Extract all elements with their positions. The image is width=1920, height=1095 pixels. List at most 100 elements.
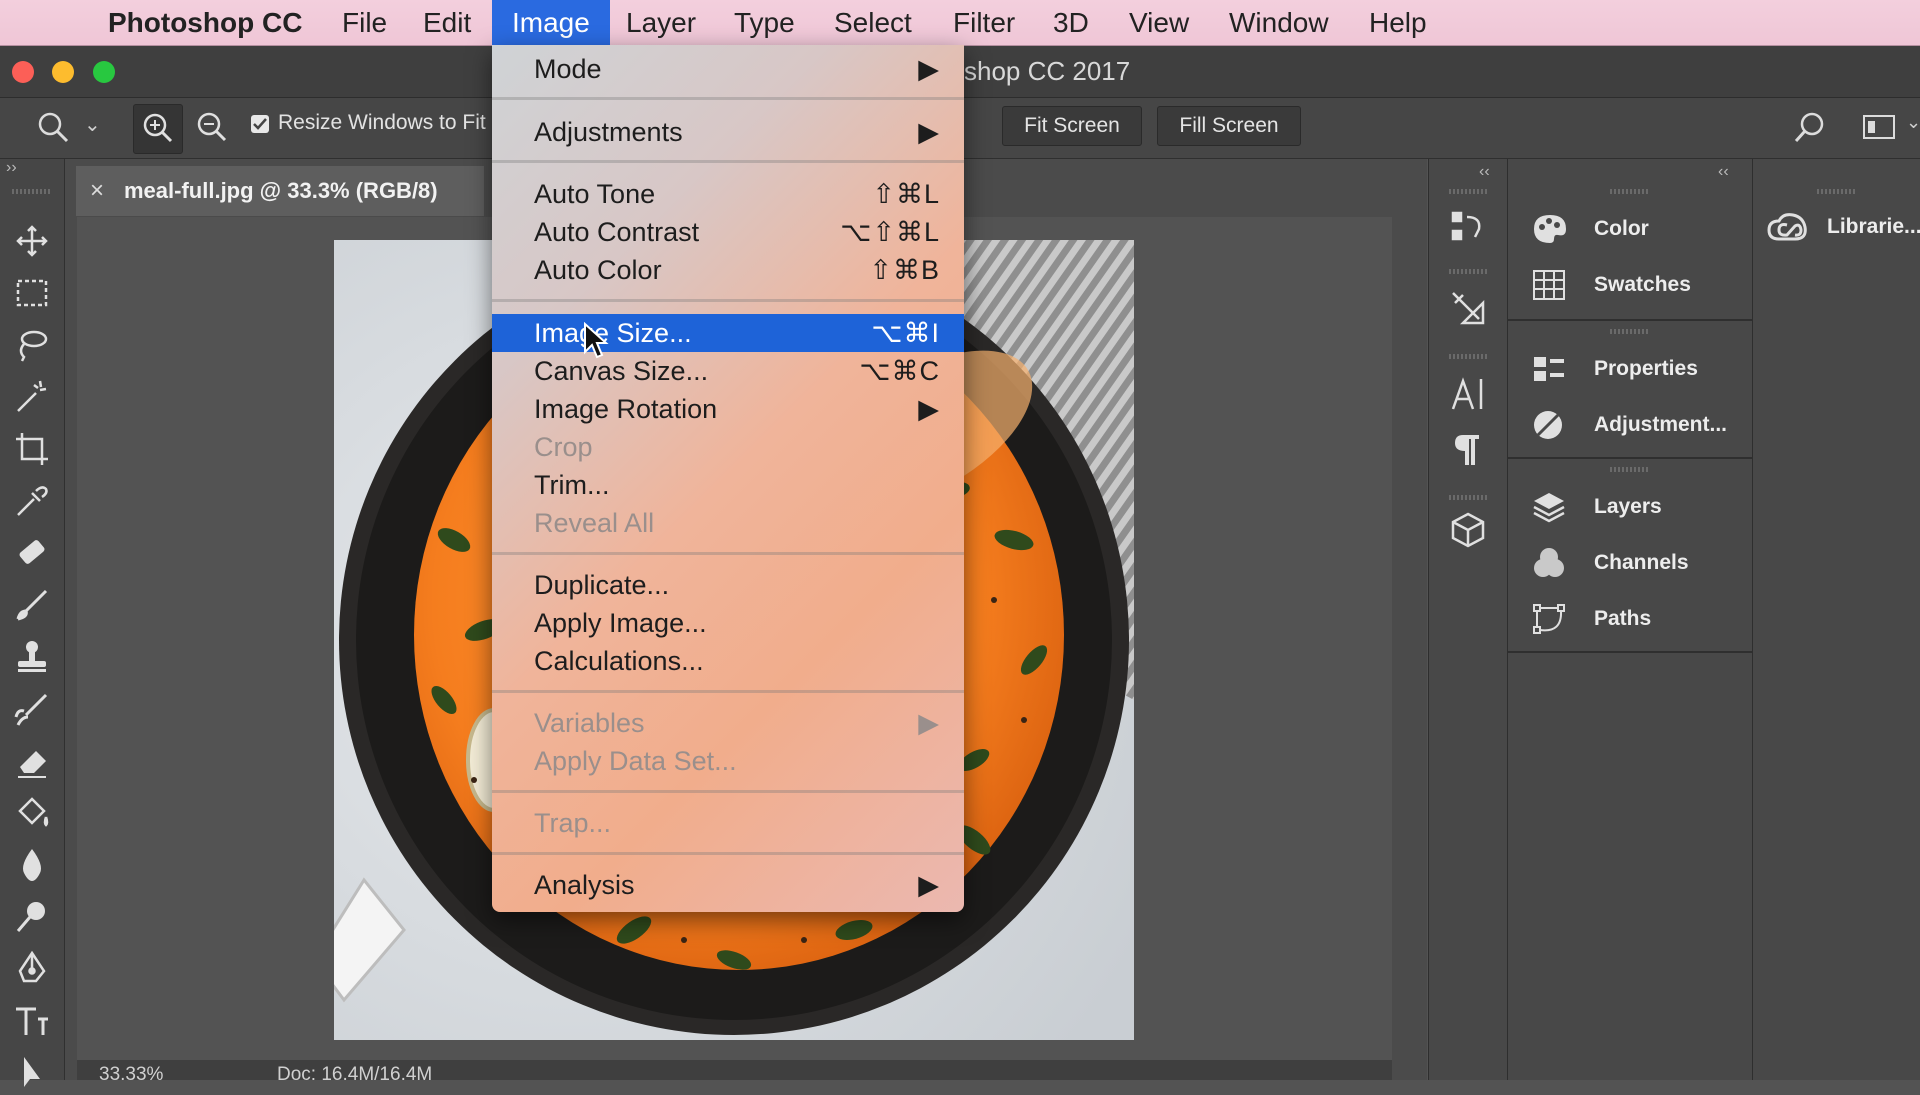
swatches-panel-tab[interactable]: Swatches	[1532, 265, 1742, 305]
channels-panel-label: Channels	[1594, 551, 1689, 574]
magic-wand-tool-icon[interactable]	[10, 375, 54, 419]
panel-group-grip[interactable]	[1610, 467, 1650, 472]
collapse-dock-icon[interactable]: ‹‹	[1479, 163, 1490, 181]
adjustments-panel-tab[interactable]: Adjustment...	[1532, 405, 1742, 445]
dodge-tool-icon[interactable]	[10, 895, 54, 939]
adjustments-icon	[1534, 411, 1562, 439]
workspace-chevron-icon[interactable]: ⌄	[1906, 112, 1920, 133]
menu-separator	[492, 97, 964, 100]
menu-item-trap: Trap...	[534, 808, 612, 838]
history-brush-tool-icon[interactable]	[10, 687, 54, 731]
marquee-tool-icon[interactable]	[10, 271, 54, 315]
brush-tool-icon[interactable]	[10, 583, 54, 627]
window-title: shop CC 2017	[964, 56, 1131, 86]
layers-panel-tab[interactable]: Layers	[1532, 487, 1742, 527]
minimize-window-button[interactable]	[52, 61, 74, 83]
fill-screen-button[interactable]: Fill Screen	[1157, 106, 1301, 146]
menu-view[interactable]: View	[1129, 0, 1189, 45]
menu-3d[interactable]: 3D	[1053, 0, 1089, 45]
menu-filter[interactable]: Filter	[953, 0, 1015, 45]
menu-item-trim[interactable]: Trim...	[492, 466, 964, 504]
pen-tool-icon[interactable]	[10, 947, 54, 991]
workspace-icon[interactable]	[1862, 112, 1896, 142]
color-panel-tab[interactable]: Color	[1532, 209, 1742, 249]
collapsed-panels: ‹‹ Color Swatches Properties Adjustment.…	[1507, 159, 1752, 1080]
menu-item-mode[interactable]: Mode ▶	[492, 50, 964, 88]
lasso-tool-icon[interactable]	[10, 323, 54, 367]
preset-chevron-icon[interactable]: ⌄	[84, 112, 101, 137]
close-window-button[interactable]	[12, 61, 34, 83]
history-panel-icon[interactable]	[1449, 207, 1487, 245]
doc-size-info: Doc: 16.4M/16.4M	[277, 1064, 433, 1085]
menu-image[interactable]: Image	[492, 0, 610, 45]
menu-item-apply-image[interactable]: Apply Image...	[492, 604, 964, 642]
app-menu[interactable]: Photoshop CC	[108, 0, 302, 45]
menu-separator	[492, 552, 964, 555]
dock-grip[interactable]	[1449, 189, 1489, 194]
dock-grip[interactable]	[1817, 189, 1857, 194]
healing-brush-tool-icon[interactable]	[10, 531, 54, 575]
document-tab[interactable]: × meal-full.jpg @ 33.3% (RGB/8)	[76, 166, 484, 216]
channels-panel-tab[interactable]: Channels	[1532, 543, 1742, 583]
menu-separator	[492, 160, 964, 163]
menu-item-adjustments[interactable]: Adjustments ▶	[492, 113, 964, 151]
zoom-window-button[interactable]	[93, 61, 115, 83]
dock-grip[interactable]	[1449, 269, 1489, 274]
menu-help[interactable]: Help	[1369, 0, 1427, 45]
menu-select[interactable]: Select	[834, 0, 912, 45]
menu-item-auto-tone[interactable]: Auto Tone ⇧⌘L	[492, 175, 964, 213]
menu-bar: Photoshop CC File Edit Image Layer Type …	[0, 0, 1920, 46]
menu-file[interactable]: File	[342, 0, 387, 45]
type-tool-icon[interactable]	[10, 999, 54, 1043]
paths-panel-tab[interactable]: Paths	[1532, 599, 1742, 639]
expand-toolbar-icon[interactable]: ››	[6, 159, 17, 177]
menu-item-variables: Variables ▶	[492, 704, 964, 742]
search-icon[interactable]	[1793, 110, 1827, 144]
character-panel-icon[interactable]	[1449, 375, 1487, 413]
resize-windows-label: Resize Windows to Fit	[278, 111, 486, 134]
eyedropper-tool-icon[interactable]	[10, 479, 54, 523]
zoom-tool-preset-icon[interactable]	[36, 110, 70, 144]
menu-item-auto-contrast[interactable]: Auto Contrast ⌥⇧⌘L	[492, 213, 964, 251]
close-tab-icon[interactable]: ×	[90, 166, 104, 216]
menu-type[interactable]: Type	[734, 0, 795, 45]
properties-panel-tab[interactable]: Properties	[1532, 349, 1742, 389]
menu-separator	[492, 790, 964, 793]
menu-item-analysis[interactable]: Analysis ▶	[492, 866, 964, 904]
menu-item-calculations[interactable]: Calculations...	[492, 642, 964, 680]
resize-windows-checkbox[interactable]	[251, 115, 269, 133]
move-tool-icon[interactable]	[10, 219, 54, 263]
menu-item-image-size[interactable]: Image Size... ⌥⌘I	[492, 314, 964, 352]
menu-edit[interactable]: Edit	[423, 0, 471, 45]
panel-group-grip[interactable]	[1610, 189, 1650, 194]
libraries-panel-tab[interactable]: Librarie...	[1767, 207, 1920, 247]
menu-separator	[492, 852, 964, 855]
zoom-in-button[interactable]	[133, 104, 183, 154]
crop-tool-icon[interactable]	[10, 427, 54, 471]
panel-group-grip[interactable]	[1610, 329, 1650, 334]
clone-source-panel-icon[interactable]	[1449, 289, 1487, 327]
menu-item-image-rotation[interactable]: Image Rotation ▶	[492, 390, 964, 428]
menu-window[interactable]: Window	[1229, 0, 1329, 45]
toolbar-grip[interactable]	[12, 189, 52, 194]
dock-grip[interactable]	[1449, 495, 1489, 500]
paragraph-panel-icon[interactable]	[1449, 431, 1487, 469]
menu-item-duplicate[interactable]: Duplicate...	[492, 566, 964, 604]
clone-stamp-tool-icon[interactable]	[10, 635, 54, 679]
menu-item-auto-color[interactable]: Auto Color ⇧⌘B	[492, 251, 964, 289]
menu-item-canvas-size[interactable]: Canvas Size... ⌥⌘C	[492, 352, 964, 390]
image-menu-dropdown: Mode ▶ Adjustments ▶ Auto Tone ⇧⌘L Auto Con…	[492, 45, 964, 912]
collapse-panels-icon[interactable]: ‹‹	[1718, 163, 1729, 181]
zoom-level[interactable]: 33.33%	[99, 1064, 163, 1086]
paint-bucket-tool-icon[interactable]	[10, 791, 54, 835]
zoom-out-button[interactable]	[188, 104, 236, 152]
panel-icon-dock: ‹‹	[1428, 159, 1507, 1080]
dock-grip[interactable]	[1449, 354, 1489, 359]
path-selection-tool-icon[interactable]	[10, 1051, 54, 1095]
fit-screen-button[interactable]: Fit Screen	[1002, 106, 1142, 146]
eraser-tool-icon[interactable]	[10, 739, 54, 783]
3d-panel-icon[interactable]	[1449, 511, 1487, 549]
blur-tool-icon[interactable]	[10, 843, 54, 887]
menu-layer[interactable]: Layer	[626, 0, 696, 45]
libraries-panel-label: Librarie...	[1827, 215, 1920, 238]
